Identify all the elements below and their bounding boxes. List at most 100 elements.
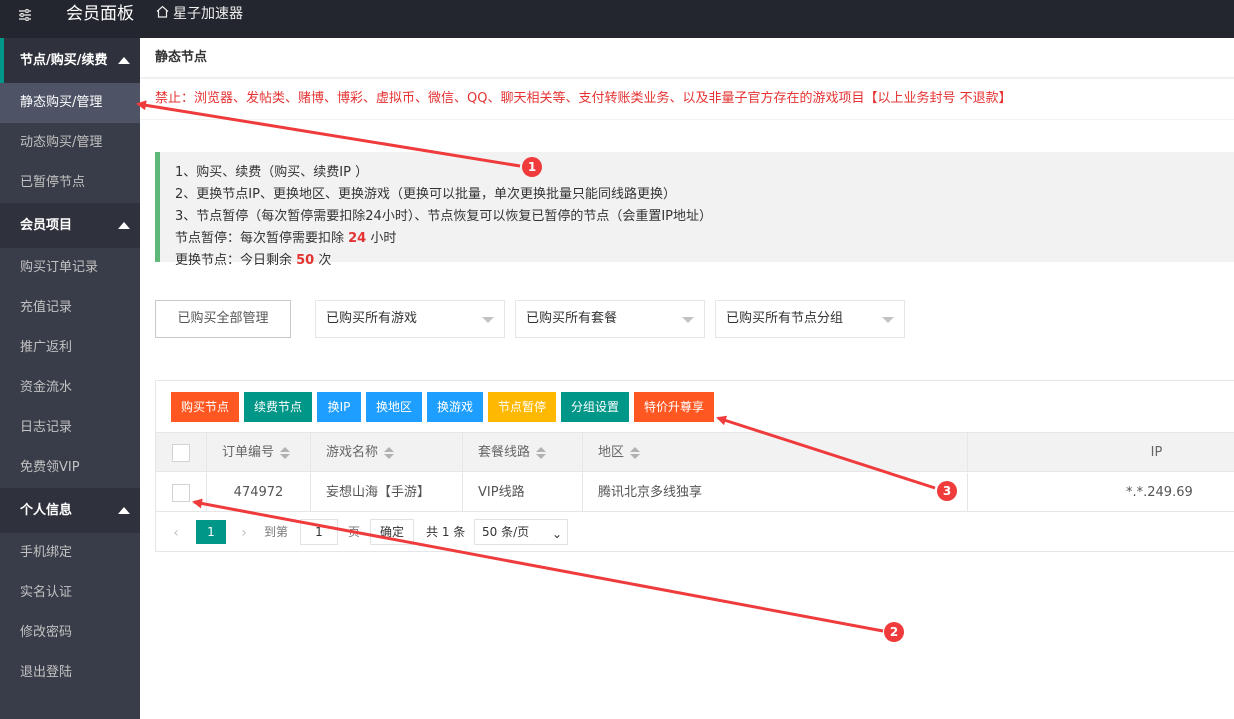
sidebar-item-funds[interactable]: 资金流水: [0, 368, 140, 408]
notice-change-suffix: 次: [314, 253, 332, 268]
content-panel: 1、购买、续费（购买、续费IP ） 2、更换节点IP、更换地区、更换游戏（更换可…: [140, 120, 1234, 719]
header-order-label: 订单编号: [222, 445, 275, 460]
plan-select[interactable]: 已购买所有套餐: [515, 300, 705, 338]
sidebar-item-recharge[interactable]: 充值记录: [0, 288, 140, 328]
dropdown-arrow-icon: [682, 317, 694, 323]
select-all-checkbox[interactable]: [172, 444, 190, 462]
notice-change-prefix: 更换节点：今日剩余: [175, 253, 297, 268]
manage-all-button[interactable]: 已购买全部管理: [155, 300, 291, 338]
table-toolbar: 购买节点 续费节点 换IP 换地区 换游戏 节点暂停 分组设置 特价升尊享: [156, 381, 1234, 433]
cell-game: 妄想山海【手游】: [311, 473, 463, 512]
current-page[interactable]: 1: [196, 520, 226, 544]
node-table: 购买节点 续费节点 换IP 换地区 换游戏 节点暂停 分组设置 特价升尊享 订单…: [155, 380, 1234, 552]
sidebar-group-label: 个人信息: [20, 503, 73, 518]
sort-icon[interactable]: [280, 446, 291, 459]
sidebar-item-phone[interactable]: 手机绑定: [0, 533, 140, 573]
sidebar-item-paused[interactable]: 已暂停节点: [0, 163, 140, 203]
group-select[interactable]: 已购买所有节点分组: [715, 300, 905, 338]
header-ip-label: IP: [1150, 445, 1163, 460]
notice-pause-prefix: 节点暂停：每次暂停需要扣除: [175, 231, 349, 246]
change-game-button[interactable]: 换游戏: [427, 392, 483, 422]
sidebar-item-password[interactable]: 修改密码: [0, 613, 140, 653]
change-remaining: 50: [296, 253, 315, 268]
header-game[interactable]: 游戏名称: [311, 433, 463, 472]
group-select-value: 已购买所有节点分组: [726, 311, 844, 326]
cell-ip: *.*.249.69: [1126, 485, 1193, 500]
goto-confirm-button[interactable]: 确定: [370, 519, 414, 545]
notice-pause: 节点暂停：每次暂停需要扣除 24 小时: [175, 228, 1219, 250]
renew-node-button[interactable]: 续费节点: [244, 392, 312, 422]
header-line-label: 套餐线路: [478, 445, 531, 460]
sort-icon[interactable]: [384, 446, 395, 459]
sidebar-group-label: 节点/购买/续费: [20, 53, 108, 68]
header-game-label: 游戏名称: [326, 445, 379, 460]
sidebar-group-nodes[interactable]: 节点/购买/续费: [0, 38, 140, 83]
buy-node-button[interactable]: 购买节点: [171, 392, 239, 422]
sort-icon[interactable]: [630, 446, 641, 459]
caret-up-icon: [118, 222, 130, 229]
cell-line: VIP线路: [463, 473, 583, 512]
dropdown-arrow-icon: [482, 317, 494, 323]
prev-page-icon[interactable]: ‹: [166, 521, 186, 545]
pagination: ‹ 1 › 到第 1 页 确定 共 1 条 50 条/页 ⌄: [156, 513, 1234, 552]
notice-pause-suffix: 小时: [366, 231, 397, 246]
page-unit-label: 页: [348, 525, 361, 539]
header-line[interactable]: 套餐线路: [463, 433, 583, 472]
chevron-down-icon: ⌄: [551, 527, 562, 541]
sidebar-item-dynamic[interactable]: 动态购买/管理: [0, 123, 140, 163]
notice-line: 1、购买、续费（购买、续费IP ）: [175, 165, 369, 180]
row-checkbox[interactable]: [172, 484, 190, 502]
total-count: 共 1 条: [426, 525, 466, 539]
goto-label: 到第: [264, 525, 289, 539]
header-region[interactable]: 地区: [583, 433, 968, 472]
sidebar-item-orders[interactable]: 购买订单记录: [0, 248, 140, 288]
header-region-label: 地区: [598, 445, 625, 460]
sidebar-item-realname[interactable]: 实名认证: [0, 573, 140, 613]
game-select[interactable]: 已购买所有游戏: [315, 300, 505, 338]
notice-box: 1、购买、续费（购买、续费IP ） 2、更换节点IP、更换地区、更换游戏（更换可…: [155, 152, 1234, 268]
sidebar-item-logout[interactable]: 退出登陆: [0, 653, 140, 693]
notice-line: 3、节点暂停（每次暂停需要扣除24小时）、节点恢复可以恢复已暂停的节点（会重置I…: [175, 209, 712, 224]
sidebar: 节点/购买/续费 静态购买/管理 动态购买/管理 已暂停节点 会员项目 购买订单…: [0, 38, 140, 719]
notice-change: 更换节点：今日剩余 50 次: [175, 250, 1219, 272]
home-link[interactable]: 星子加速器: [156, 5, 243, 23]
caret-up-icon: [118, 57, 130, 64]
game-select-value: 已购买所有游戏: [326, 311, 418, 326]
sidebar-group-profile[interactable]: 个人信息: [0, 488, 140, 533]
header-ip: IP: [968, 433, 1234, 472]
header-order[interactable]: 订单编号: [207, 433, 311, 472]
sort-icon[interactable]: [536, 446, 547, 459]
upgrade-exclusive-button[interactable]: 特价升尊享: [634, 392, 714, 422]
pause-hours: 24: [348, 231, 367, 246]
cell-region: 腾讯北京多线独享: [583, 473, 968, 512]
change-region-button[interactable]: 换地区: [366, 392, 422, 422]
main-area: 静态节点 禁止：浏览器、发帖类、赌博、博彩、虚拟币、微信、QQ、聊天相关等、支付…: [140, 38, 1234, 719]
plan-select-value: 已购买所有套餐: [526, 311, 618, 326]
page-size-select[interactable]: 50 条/页 ⌄: [474, 519, 568, 545]
annotation-badge-3: 3: [937, 481, 957, 501]
caret-up-icon: [118, 507, 130, 514]
sidebar-group-label: 会员项目: [20, 218, 73, 233]
header-checkbox-cell: [156, 433, 207, 472]
pause-node-button[interactable]: 节点暂停: [488, 392, 556, 422]
page-size-value: 50 条/页: [482, 525, 530, 539]
sliders-icon[interactable]: [18, 8, 38, 28]
top-bar: 会员面板 星子加速器: [0, 0, 1234, 38]
table-header: 订单编号 游戏名称 套餐线路 地区 IP: [156, 433, 1234, 472]
page-title: 静态节点: [140, 38, 1234, 78]
next-page-icon[interactable]: ›: [234, 521, 254, 545]
warning-banner: 禁止：浏览器、发帖类、赌博、博彩、虚拟币、微信、QQ、聊天相关等、支付转账类业务…: [140, 79, 1234, 119]
sidebar-item-logs[interactable]: 日志记录: [0, 408, 140, 448]
sidebar-item-static[interactable]: 静态购买/管理: [0, 83, 140, 123]
change-ip-button[interactable]: 换IP: [317, 392, 361, 422]
annotation-badge-1: 1: [522, 157, 542, 177]
group-settings-button[interactable]: 分组设置: [561, 392, 629, 422]
sidebar-item-rebate[interactable]: 推广返利: [0, 328, 140, 368]
brand-title: 会员面板: [66, 4, 134, 24]
sidebar-item-free-vip[interactable]: 免费领VIP: [0, 448, 140, 488]
sidebar-group-member[interactable]: 会员项目: [0, 203, 140, 248]
page-number-input[interactable]: 1: [300, 519, 338, 545]
notice-line: 2、更换节点IP、更换地区、更换游戏（更换可以批量，单次更换批量只能同线路更换）: [175, 187, 676, 202]
annotation-badge-2: 2: [884, 622, 904, 642]
table-row[interactable]: 474972 妄想山海【手游】 VIP线路 腾讯北京多线独享 *.*.249.6…: [156, 473, 1234, 512]
